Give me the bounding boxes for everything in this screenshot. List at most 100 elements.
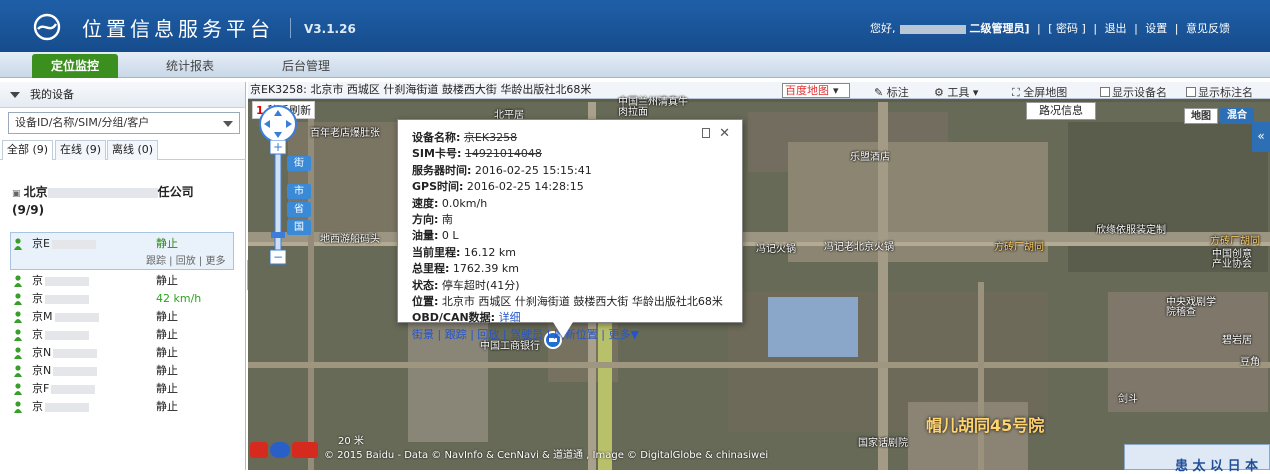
vehicle-plate-text: 京N (32, 346, 52, 359)
track-link[interactable]: 跟踪 (445, 328, 467, 341)
show-device-label: 显示设备名 (1112, 86, 1167, 99)
driver-link[interactable]: 驾驶员 (510, 328, 543, 341)
vehicle-plate-text: 京 (32, 400, 43, 413)
device-group[interactable]: ▣ 北京 任公司 (9/9) (12, 184, 237, 218)
filter-online[interactable]: 在线 (9) (55, 140, 107, 160)
vehicle-status: 静止 (156, 364, 178, 377)
popup-row-total-mileage: 总里程: 1762.39 km (412, 261, 728, 277)
vehicle-status: 静止 (156, 328, 178, 341)
gear-icon: ⚙ (934, 86, 948, 99)
search-select-value: 设备ID/名称/SIM/分组/客户 (15, 116, 150, 129)
pin-icon: ✎ (874, 86, 887, 99)
vehicle-status: 静止 (156, 237, 178, 250)
map-poi-label: 乐盟酒店 (850, 152, 890, 163)
vehicle-row[interactable]: 京N 静止 (12, 344, 237, 362)
map-poi-label: 豆角 (1240, 357, 1260, 368)
app-title: 位置信息服务平台 (82, 17, 274, 41)
svg-text:+: + (273, 140, 283, 154)
vehicle-row[interactable]: 京 42 km/h (12, 290, 237, 308)
vehicle-row[interactable]: 京 静止 (12, 272, 237, 290)
vehicle-plate: 京M (32, 308, 99, 326)
vehicle-plate: 京N (32, 344, 98, 362)
status-filter-tabs: 全部 (9) 在线 (9) 离线 (0) (0, 138, 246, 160)
close-icon[interactable]: ✕ (719, 126, 730, 142)
filter-offline[interactable]: 离线 (0) (107, 140, 159, 160)
popup-row-fuel: 油量: 0 L (412, 228, 728, 244)
map-scale: 20 米 (338, 436, 364, 447)
sim-label: SIM卡号: (412, 147, 462, 161)
zoom-slider[interactable]: + − (270, 140, 286, 266)
maptype-hybrid-button[interactable]: 混合 (1220, 108, 1254, 124)
vehicle-row[interactable]: 京E 静止 (12, 235, 237, 253)
popup-row-status: 状态: 停车超时(41分) (412, 278, 728, 294)
vehicle-person-icon (14, 365, 22, 377)
map-source-select[interactable]: 百度地图 ▾ (782, 83, 850, 98)
zoom-level-province[interactable]: 省 (287, 202, 311, 217)
tab-admin[interactable]: 后台管理 (256, 54, 356, 78)
corner-widget[interactable]: 患 太 以 日 本 (1124, 444, 1270, 474)
device-name-value: 京EK3258 (463, 131, 518, 144)
vehicle-status: 静止 (156, 310, 178, 323)
vehicle-plate-text: 京 (32, 292, 43, 305)
map-poi-label: 地西游船码头 (320, 234, 380, 245)
vehicle-row[interactable]: 京 静止 (12, 398, 237, 416)
expand-panel-icon[interactable]: « (1252, 122, 1270, 152)
logout-link[interactable]: 退出 (1105, 22, 1127, 35)
fullscreen-toggle[interactable]: ⛶ 全屏地图 (1012, 84, 1067, 100)
maptype-map-button[interactable]: 地图 (1184, 108, 1218, 124)
obd-detail-link[interactable]: 详细 (499, 311, 521, 324)
zoom-level-street[interactable]: 街 (287, 156, 311, 171)
chevron-down-icon: ▾ (969, 86, 979, 99)
vehicle-row[interactable]: 京N 静止 (12, 362, 237, 380)
map-big-label: 帽儿胡同45号院 (926, 416, 1045, 435)
tools-label: 工具 (947, 86, 970, 99)
checkbox-icon (1100, 87, 1110, 97)
more-link[interactable]: 更多▼ (609, 328, 639, 341)
obd-label: OBD/CAN数据: (412, 311, 496, 325)
traffic-info-button[interactable]: 路况信息 (1026, 102, 1096, 120)
server-time-value: 2016-02-25 15:15:41 (474, 163, 592, 177)
vehicle-row[interactable]: 京M 静止 (12, 308, 237, 326)
group-expand-icon: ▣ (12, 189, 24, 199)
map-source-value: 百度地图 (785, 84, 829, 97)
zoom-level-city[interactable]: 市 (287, 184, 311, 199)
vehicle-plate: 京N (32, 362, 98, 380)
map-poi-label: 国家话剧院 (858, 438, 908, 449)
vehicle-status: 静止 (156, 274, 178, 287)
tools-menu[interactable]: ⚙ 工具 ▾ (934, 84, 978, 100)
zoom-level-country[interactable]: 国 (287, 220, 311, 235)
vehicle-row[interactable]: 京 静止 (12, 326, 237, 344)
playback-link[interactable]: 回放 (477, 328, 499, 341)
plate-redacted (53, 348, 98, 358)
tab-location-monitor[interactable]: 定位监控 (32, 54, 118, 78)
filter-all[interactable]: 全部 (9) (2, 140, 54, 160)
vehicle-person-icon (14, 383, 22, 395)
show-label-name-toggle[interactable]: 显示标注名 (1186, 84, 1253, 100)
vehicle-person-icon (14, 238, 22, 250)
popup-row-gps-time: GPS时间: 2016-02-25 14:28:15 (412, 179, 728, 195)
device-icon[interactable] (702, 128, 710, 138)
sidebar-header[interactable]: 我的设备 (0, 82, 245, 108)
selected-device-actions[interactable]: 跟踪 | 回放 | 更多 (146, 252, 225, 267)
tab-statistics[interactable]: 统计报表 (140, 54, 240, 78)
device-search-select[interactable]: 设备ID/名称/SIM/分组/客户 (8, 112, 240, 134)
gps-time-value: 2016-02-25 14:28:15 (466, 180, 584, 194)
map-poi-label: 剑斗 (1118, 394, 1138, 405)
baidu-logo (250, 442, 318, 458)
streetview-link[interactable]: 街景 (412, 328, 434, 341)
settings-link[interactable]: 设置 (1145, 22, 1167, 35)
feedback-link[interactable]: 意见反馈 (1186, 22, 1230, 35)
fuel-value: 0 L (441, 229, 459, 243)
map-poi-label: 中国兰州清真牛肉拉面 (618, 97, 688, 118)
chevron-down-icon: ▾ (833, 84, 839, 97)
gps-time-label: GPS时间: (412, 180, 464, 194)
popup-row-location: 位置: 北京市 西城区 什刹海街道 鼓楼西大街 华龄出版社北68米 (412, 294, 728, 310)
password-link[interactable]: [ 密码 ] (1048, 22, 1086, 35)
globe-logo-icon (33, 13, 61, 41)
vehicle-plate: 京 (32, 272, 89, 290)
pan-control-icon[interactable] (258, 104, 298, 144)
show-device-name-toggle[interactable]: 显示设备名 (1100, 84, 1167, 100)
mark-tool[interactable]: ✎ 标注 (874, 84, 909, 100)
vehicle-row[interactable]: 京F 静止 (12, 380, 237, 398)
vehicle-plate-text: 京M (32, 310, 53, 323)
